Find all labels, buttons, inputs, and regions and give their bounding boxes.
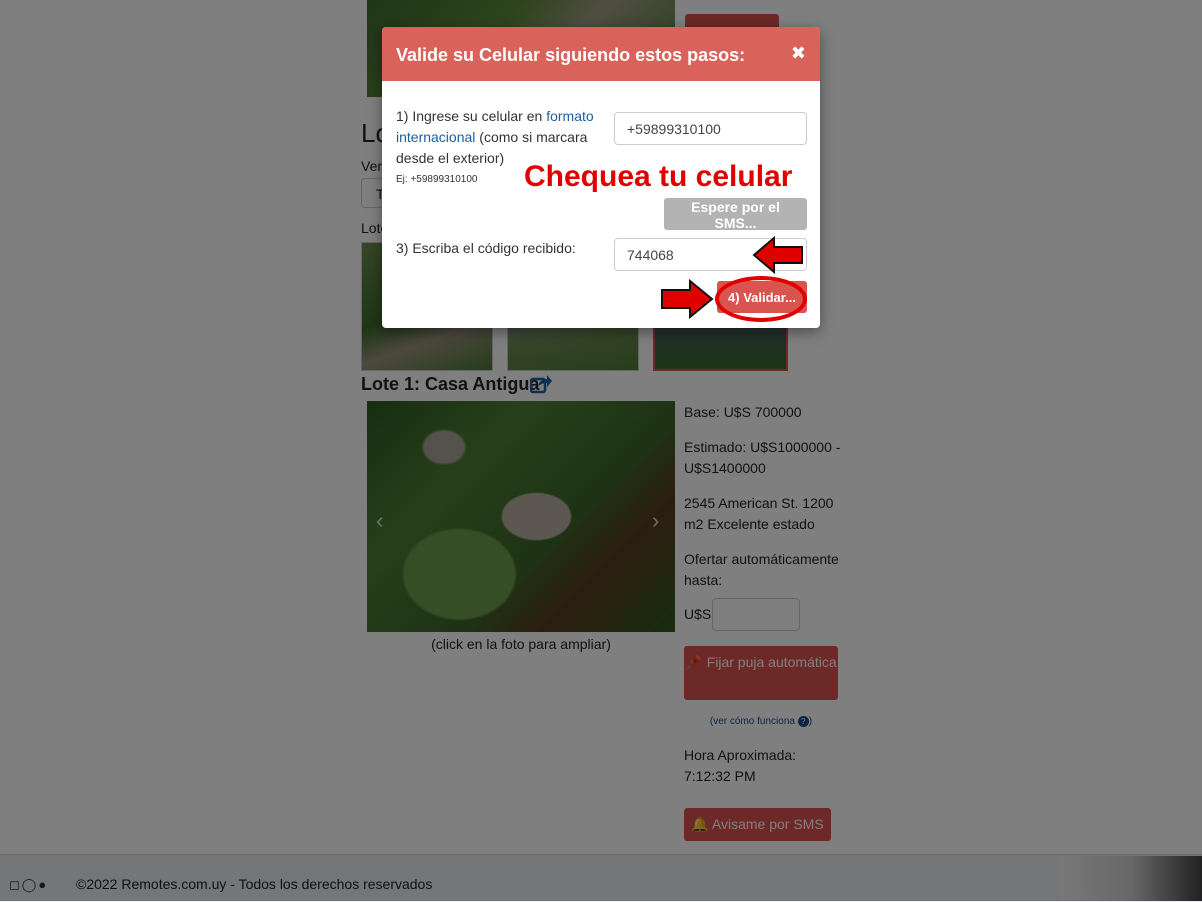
modal-title: Valide su Celular siguiendo estos pasos: [396,45,746,65]
arrow-left-icon [752,235,803,275]
wait-sms-button[interactable]: Espere por el SMS... [664,198,807,231]
modal-header: Valide su Celular siguiendo estos pasos:… [382,27,820,81]
step3-label: 3) Escriba el código recibido: [396,240,576,256]
step1-prefix: 1) Ingrese su celular en [396,108,543,124]
validate-phone-modal: Valide su Celular siguiendo estos pasos:… [382,27,820,328]
arrow-right-icon [661,278,714,320]
page: Lo Ver T Lote Lote 1: Casa Antigua ‹ › (… [0,0,1202,902]
check-phone-annotation: Chequea tu celular [524,160,793,193]
close-icon[interactable]: ✖ [791,43,806,64]
validate-button[interactable]: 4) Validar... [717,281,807,313]
phone-example: Ej: +59899310100 [396,174,478,185]
phone-input[interactable] [614,112,807,145]
